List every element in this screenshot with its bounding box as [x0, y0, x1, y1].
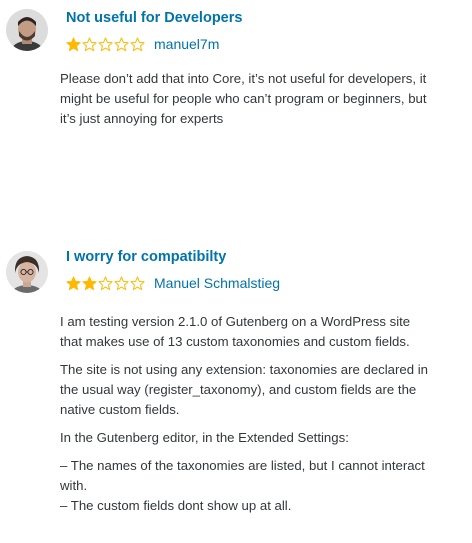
review-text-line: native custom fields. [60, 402, 180, 417]
star-empty-icon [98, 37, 113, 52]
review-text-line: it’s just annoying for experts [60, 111, 224, 126]
star-empty-icon [98, 276, 113, 291]
review-author-link[interactable]: Manuel Schmalstieg [154, 275, 280, 291]
star-rating [66, 276, 146, 291]
rating-row: manuel7m [66, 34, 219, 54]
review-text-line: – The custom fields dont show up at all. [60, 498, 292, 513]
star-empty-icon [130, 37, 145, 52]
review-text-line: The site is not using any extension: tax… [60, 362, 428, 377]
review-text-line: In the Gutenberg editor, in the Extended… [60, 430, 349, 445]
review-paragraph: The site is not using any extension: tax… [60, 360, 470, 420]
review-text-line: – The names of the taxonomies are listed… [60, 458, 425, 473]
review-text-line: might be useful for people who can’t pro… [60, 91, 427, 106]
star-empty-icon [130, 276, 145, 291]
star-empty-icon [114, 276, 129, 291]
review-paragraph: In the Gutenberg editor, in the Extended… [60, 428, 470, 448]
review-text-line: with. [60, 478, 88, 493]
review-paragraph: I am testing version 2.1.0 of Gutenberg … [60, 312, 470, 352]
star-empty-icon [114, 37, 129, 52]
review-text-line: Please don’t add that into Core, it’s no… [60, 71, 427, 86]
review-title[interactable]: Not useful for Developers [66, 10, 242, 26]
review-body: I am testing version 2.1.0 of Gutenberg … [60, 312, 470, 524]
review-text-line: I am testing version 2.1.0 of Gutenberg … [60, 314, 411, 329]
star-filled-icon [66, 276, 81, 291]
avatar[interactable] [6, 9, 48, 51]
star-rating [66, 37, 146, 52]
review-paragraph: – The names of the taxonomies are listed… [60, 456, 470, 516]
star-empty-icon [82, 37, 97, 52]
review-body: Please don’t add that into Core, it’s no… [60, 69, 470, 137]
star-filled-icon [66, 37, 81, 52]
review-paragraph: Please don’t add that into Core, it’s no… [60, 69, 470, 129]
review-title[interactable]: I worry for compatibilty [66, 249, 226, 265]
avatar[interactable] [6, 251, 48, 293]
review-author-link[interactable]: manuel7m [154, 36, 219, 52]
star-filled-icon [82, 276, 97, 291]
review-text-line: that makes use of 13 custom taxonomies a… [60, 334, 410, 349]
review-text-line: the usual way (register_taxonomy), and c… [60, 382, 417, 397]
rating-row: Manuel Schmalstieg [66, 273, 280, 293]
